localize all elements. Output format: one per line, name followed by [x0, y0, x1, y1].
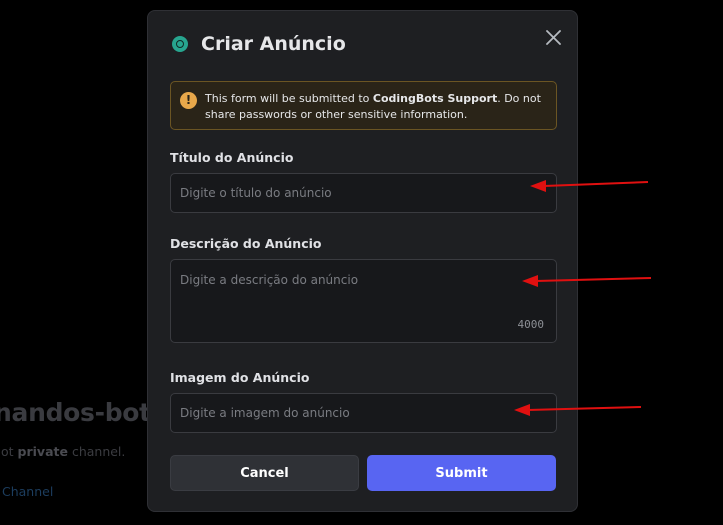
annotation-arrow-description [522, 275, 652, 287]
annotation-arrows [514, 180, 652, 416]
annotation-arrow-title [530, 180, 649, 192]
annotation-arrow-image [514, 404, 642, 416]
